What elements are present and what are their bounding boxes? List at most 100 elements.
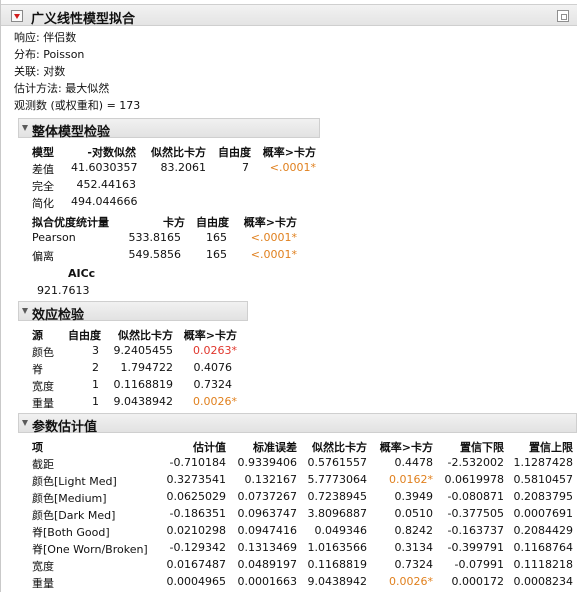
column-header: 模型 xyxy=(32,146,54,159)
table-cell: Pearson xyxy=(32,231,76,244)
table-cell: 0.0737267 xyxy=(237,490,298,503)
table-cell: 0.0947416 xyxy=(237,524,298,537)
table-cell: 9.0438942 xyxy=(113,395,174,408)
table-cell: 颜色[Light Med] xyxy=(32,475,117,488)
table-cell: 41.6030357 xyxy=(71,161,138,174)
table-cell: 0.3134 xyxy=(394,541,434,554)
info-observations: 观测数 (或权重和) = 173 xyxy=(14,99,141,112)
column-header: 似然比卡方 xyxy=(312,441,367,454)
table-cell: 83.2061 xyxy=(160,161,207,174)
table-cell: 宽度 xyxy=(32,380,54,393)
info-response: 响应: 伴侣数 xyxy=(14,31,77,44)
table-cell: 0.4076 xyxy=(193,361,233,374)
table-cell: 0.0001663 xyxy=(237,575,298,588)
table-cell: 颜色[Dark Med] xyxy=(32,509,116,522)
table-cell: 3.8096887 xyxy=(307,507,368,520)
table-cell: 0.1168819 xyxy=(307,558,368,571)
table-cell: 0.049346 xyxy=(314,524,368,537)
table-cell: 452.44163 xyxy=(76,178,137,191)
table-cell: 0.7324 xyxy=(193,378,233,391)
column-header: 自由度 xyxy=(218,146,251,159)
column-header: 估计值 xyxy=(193,441,226,454)
table-cell: 9.0438942 xyxy=(307,575,368,588)
window-corner-icon[interactable] xyxy=(557,10,569,22)
table-cell: 2 xyxy=(92,361,99,374)
table-cell: 0.4478 xyxy=(394,456,434,469)
table-cell: 0.0625029 xyxy=(166,490,227,503)
table-cell: 1.794722 xyxy=(120,361,174,374)
table-cell: -0.186351 xyxy=(169,507,226,520)
table-cell: 0.0167487 xyxy=(166,558,227,571)
table-cell: 0.3273541 xyxy=(166,473,227,486)
table-cell: 0.0007691 xyxy=(513,507,574,520)
table-cell: 颜色 xyxy=(32,346,54,359)
column-header: 概率>卡方 xyxy=(183,329,237,342)
column-header: 自由度 xyxy=(68,329,101,342)
column-header: 置信下限 xyxy=(460,441,504,454)
table-cell: 0.1313469 xyxy=(237,541,298,554)
table-cell: 偏离 xyxy=(32,250,54,263)
disclosure-triangle-icon[interactable] xyxy=(22,308,28,314)
table-cell: 549.5856 xyxy=(128,248,182,261)
table-cell: 0.0263* xyxy=(193,344,237,357)
section-title: 参数估计值 xyxy=(32,420,98,435)
table-cell: 0.0008234 xyxy=(513,575,574,588)
table-cell: -0.129342 xyxy=(169,541,226,554)
column-header: 概率>卡方 xyxy=(262,146,316,159)
column-header: 标准误差 xyxy=(253,441,297,454)
column-header: 拟合优度统计量 xyxy=(32,216,109,229)
table-cell: 533.8165 xyxy=(128,231,182,244)
column-header: 似然比卡方 xyxy=(118,329,173,342)
table-cell: 1 xyxy=(92,395,99,408)
table-cell: <.0001* xyxy=(250,248,297,261)
table-cell: 重量 xyxy=(32,397,54,410)
table-cell: 1.1287428 xyxy=(513,456,574,469)
table-cell: 0.000172 xyxy=(451,575,505,588)
table-cell: <.0001* xyxy=(250,231,297,244)
table-cell: 0.132167 xyxy=(244,473,298,486)
aicc-label: AICc xyxy=(68,267,96,280)
whole-model-section-header[interactable]: 整体模型检验 xyxy=(18,118,320,140)
info-method: 估计方法: 最大似然 xyxy=(14,82,110,95)
table-cell: 0.0026* xyxy=(193,395,237,408)
table-cell: 1.0163566 xyxy=(307,541,368,554)
table-cell: 0.5761557 xyxy=(307,456,368,469)
table-cell: 0.0004965 xyxy=(166,575,227,588)
column-header: 似然比卡方 xyxy=(151,146,206,159)
table-cell: 脊[One Worn/Broken] xyxy=(32,543,148,556)
table-cell: -2.532002 xyxy=(447,456,504,469)
section-title: 效应检验 xyxy=(32,308,85,323)
table-cell: 0.0619978 xyxy=(444,473,505,486)
info-distribution: 分布: Poisson xyxy=(14,48,85,61)
table-cell: 重量 xyxy=(32,577,54,590)
table-cell: 5.7773064 xyxy=(307,473,368,486)
section-title: 整体模型检验 xyxy=(32,125,111,140)
table-cell: -0.080871 xyxy=(447,490,504,503)
table-cell: -0.07991 xyxy=(454,558,504,571)
column-header: 源 xyxy=(32,329,43,342)
table-cell: <.0001* xyxy=(269,161,316,174)
table-cell: 3 xyxy=(92,344,99,357)
disclosure-triangle-icon[interactable] xyxy=(22,420,28,426)
info-link: 关联: 对数 xyxy=(14,65,66,78)
parameter-estimates-section-header[interactable]: 参数估计值 xyxy=(18,413,577,435)
table-cell: 0.0162* xyxy=(389,473,433,486)
table-cell: 9.2405455 xyxy=(113,344,174,357)
disclosure-triangle-icon[interactable] xyxy=(22,125,28,131)
table-cell: 7 xyxy=(242,161,249,174)
column-header: 置信上限 xyxy=(529,441,573,454)
table-cell: 0.0963747 xyxy=(237,507,298,520)
table-cell: 0.7238945 xyxy=(307,490,368,503)
table-cell: 0.0210298 xyxy=(166,524,227,537)
effect-tests-section-header[interactable]: 效应检验 xyxy=(18,301,248,323)
table-cell: 0.3949 xyxy=(394,490,434,503)
column-header: 自由度 xyxy=(196,216,229,229)
table-cell: 165 xyxy=(206,248,227,261)
table-cell: 完全 xyxy=(32,180,54,193)
report-window: 广义线性模型拟合 响应: 伴侣数 分布: Poisson 关联: 对数 估计方法… xyxy=(0,0,578,592)
table-cell: 脊 xyxy=(32,363,43,376)
red-triangle-menu-icon[interactable] xyxy=(11,10,23,22)
aicc-value: 921.7613 xyxy=(37,284,90,297)
table-cell: -0.163737 xyxy=(447,524,504,537)
column-header: 概率>卡方 xyxy=(243,216,297,229)
